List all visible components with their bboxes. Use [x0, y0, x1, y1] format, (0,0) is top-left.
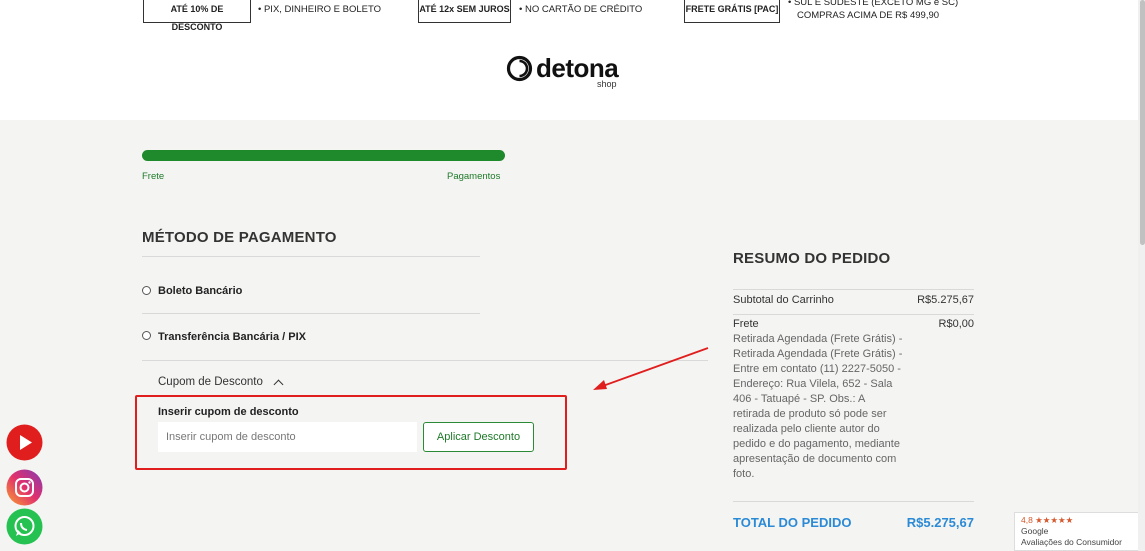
promo-text-installments: • NO CARTÃO DE CRÉDITO — [519, 4, 643, 15]
google-review-badge[interactable]: 4,8 ★★★★★ Google Avaliações do Consumido… — [1014, 512, 1145, 551]
step-payment[interactable]: Pagamentos — [447, 171, 500, 182]
annotation-arrow-icon — [593, 347, 709, 390]
divider — [733, 289, 974, 290]
promo-text-shipping-2: COMPRAS ACIMA DE R$ 499,90 — [797, 10, 940, 21]
subtotal-label: Subtotal do Carrinho — [733, 294, 834, 306]
review-source: Google — [1021, 526, 1049, 536]
instagram-icon[interactable] — [3, 469, 46, 506]
order-total-value: R$5.275,67 — [906, 515, 974, 530]
shipping-label: Frete — [733, 318, 759, 330]
promo-text-discount: • PIX, DINHEIRO E BOLETO — [258, 4, 381, 15]
divider — [733, 314, 974, 315]
annotation-highlight-box — [135, 395, 567, 470]
promo-badge-discount: ATÉ 10% DE DESCONTO — [143, 0, 251, 32]
step-shipping[interactable]: Frete — [142, 171, 164, 182]
divider — [142, 256, 480, 257]
coupon-toggle[interactable]: Cupom de Desconto — [158, 376, 284, 390]
option-boleto-label[interactable]: Boleto Bancário — [158, 285, 242, 297]
radio-boleto[interactable] — [142, 286, 151, 295]
divider — [142, 313, 480, 314]
chevron-up-icon — [273, 379, 284, 390]
radio-pix[interactable] — [142, 331, 151, 340]
order-total-label: TOTAL DO PEDIDO — [733, 515, 852, 530]
coupon-toggle-label: Cupom de Desconto — [158, 376, 263, 388]
scrollbar-thumb[interactable] — [1140, 0, 1145, 245]
subtotal-value: R$5.275,67 — [917, 294, 974, 306]
order-summary-title: RESUMO DO PEDIDO — [733, 250, 891, 267]
checkout-progress-bar — [142, 150, 505, 161]
divider — [733, 501, 974, 502]
review-subtitle: Avaliações do Consumidor — [1021, 537, 1122, 547]
logo[interactable]: detona shop — [506, 53, 619, 91]
shipping-description: Retirada Agendada (Frete Grátis) - Retir… — [733, 333, 903, 480]
promo-text-shipping-1: • SUL E SUDESTE (EXCETO MG e SC) — [788, 0, 959, 8]
option-pix-label[interactable]: Transferência Bancária / PIX — [158, 331, 306, 343]
promo-badge-shipping: FRETE GRÁTIS [PAC] — [684, 0, 780, 23]
promo-badge-installments: ATÉ 12x SEM JUROS — [418, 0, 511, 23]
shipping-value: R$0,00 — [938, 318, 974, 330]
youtube-icon[interactable] — [3, 424, 46, 461]
logo-mark-icon — [506, 55, 533, 82]
logo-subtitle: shop — [597, 79, 617, 89]
review-rating: 4,8 ★★★★★ — [1021, 515, 1074, 525]
payment-method-title: MÉTODO DE PAGAMENTO — [142, 229, 337, 246]
whatsapp-icon[interactable] — [3, 508, 46, 545]
